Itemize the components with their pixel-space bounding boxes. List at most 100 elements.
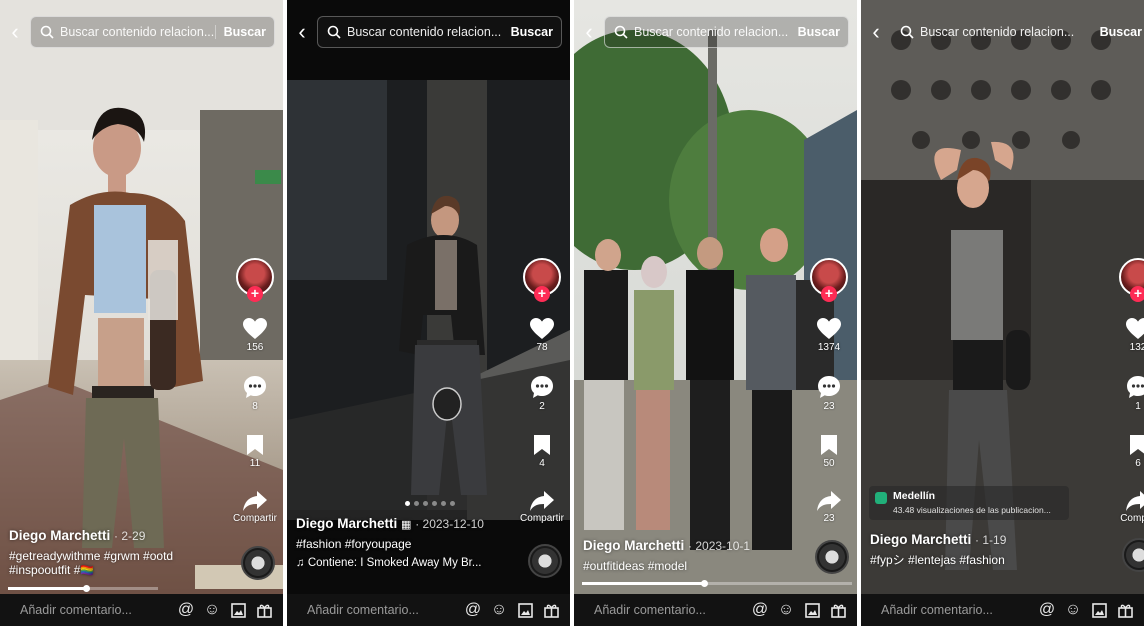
- back-arrow-icon[interactable]: ‹: [861, 14, 891, 50]
- search-button[interactable]: Buscar: [503, 25, 561, 39]
- music-disc-icon[interactable]: [528, 544, 562, 578]
- comment-input[interactable]: Añadir comentario...: [574, 603, 751, 617]
- like-action[interactable]: 132: [1126, 318, 1144, 353]
- emoji-icon[interactable]: ☺: [1064, 601, 1082, 619]
- bookmark-icon: [247, 435, 263, 455]
- comment-count: 2: [539, 401, 545, 412]
- comment-input[interactable]: Añadir comentario...: [861, 603, 1038, 617]
- post-date: · 2023-12-10: [415, 517, 484, 531]
- comment-bubble-icon: [531, 376, 553, 398]
- author-line[interactable]: Diego Marchetti ▦ · 2023-12-10: [296, 516, 520, 531]
- video-screen-4: ‹ Buscar contenido relacion... Buscar + …: [861, 0, 1144, 626]
- author-avatar[interactable]: +: [236, 258, 274, 302]
- music-disc-icon[interactable]: [815, 540, 849, 574]
- save-action[interactable]: 11: [246, 434, 264, 469]
- location-tag[interactable]: Medellín 43.48 visualizaciones de las pu…: [869, 486, 1069, 520]
- author-name[interactable]: Diego Marchetti: [870, 532, 971, 547]
- image-icon[interactable]: [516, 601, 534, 619]
- back-arrow-icon[interactable]: ‹: [287, 14, 317, 50]
- hashtags[interactable]: #getreadywithme #grwm #ootd #inspooutfit…: [9, 549, 233, 578]
- author-name[interactable]: Diego Marchetti: [296, 516, 397, 531]
- back-arrow-icon[interactable]: ‹: [0, 14, 30, 50]
- hashtags[interactable]: #fypシ #lentejas #fashion: [870, 553, 1094, 567]
- search-box[interactable]: Buscar contenido relacion... Buscar: [891, 17, 1144, 47]
- share-label: Compartir: [233, 513, 277, 524]
- mention-icon[interactable]: @: [751, 601, 769, 619]
- video-screen-2: ‹ Buscar contenido relacion... Buscar + …: [287, 0, 570, 626]
- author-line[interactable]: Diego Marchetti · 2-29: [9, 528, 233, 543]
- image-icon[interactable]: [229, 601, 247, 619]
- search-box[interactable]: Buscar contenido relacion... Buscar: [604, 16, 849, 48]
- image-icon[interactable]: [1090, 601, 1108, 619]
- progress-knob[interactable]: [700, 580, 708, 587]
- progress-bar[interactable]: [8, 585, 158, 592]
- follow-plus-icon[interactable]: +: [1130, 286, 1144, 302]
- gift-icon[interactable]: [829, 601, 847, 619]
- share-action[interactable]: 23: [817, 491, 841, 524]
- share-action[interactable]: Compar: [1120, 491, 1144, 524]
- author-avatar[interactable]: +: [810, 258, 848, 302]
- pride-flag-emoji: 🏳️‍🌈: [80, 565, 95, 577]
- save-action[interactable]: 50: [820, 434, 838, 469]
- gift-icon[interactable]: [542, 601, 560, 619]
- search-icon: [327, 25, 341, 39]
- author-avatar[interactable]: +: [523, 258, 561, 302]
- location-name: Medellín: [893, 490, 936, 502]
- comment-input[interactable]: Añadir comentario...: [287, 603, 464, 617]
- search-box[interactable]: Buscar contenido relacion... Buscar: [30, 16, 275, 48]
- comment-action[interactable]: 23: [817, 375, 841, 412]
- save-action[interactable]: 4: [533, 434, 551, 469]
- share-action[interactable]: Compartir: [233, 491, 277, 524]
- share-arrow-icon: [1125, 491, 1144, 511]
- post-date: · 1-19: [975, 533, 1007, 547]
- progress-knob[interactable]: [83, 585, 90, 592]
- author-name[interactable]: Diego Marchetti: [583, 538, 684, 553]
- comment-action[interactable]: 2: [530, 375, 554, 412]
- gift-icon[interactable]: [255, 601, 273, 619]
- mention-icon[interactable]: @: [1038, 601, 1056, 619]
- share-action[interactable]: Compartir: [520, 491, 564, 524]
- like-action[interactable]: 78: [530, 318, 554, 353]
- search-text: Buscar contenido relacion...: [920, 25, 1075, 39]
- gift-icon[interactable]: [1116, 601, 1134, 619]
- hashtags[interactable]: #outfitideas #model: [583, 559, 807, 573]
- author-line[interactable]: Diego Marchetti · 2023-10-1: [583, 538, 807, 553]
- author-name[interactable]: Diego Marchetti: [9, 528, 110, 543]
- bookmark-icon: [534, 435, 550, 455]
- comment-bubble-icon: [244, 376, 266, 398]
- like-action[interactable]: 1374: [817, 318, 841, 353]
- follow-plus-icon[interactable]: +: [821, 286, 837, 302]
- video-screen-3: ‹ Buscar contenido relacion... Buscar + …: [574, 0, 857, 626]
- author-avatar[interactable]: +: [1119, 258, 1144, 302]
- comment-input[interactable]: Añadir comentario...: [0, 603, 177, 617]
- mention-icon[interactable]: @: [464, 601, 482, 619]
- comment-action[interactable]: 8: [243, 375, 267, 412]
- heart-icon: [817, 318, 841, 339]
- emoji-icon[interactable]: ☺: [490, 601, 508, 619]
- emoji-icon[interactable]: ☺: [777, 601, 795, 619]
- search-button[interactable]: Buscar: [790, 25, 848, 39]
- back-arrow-icon[interactable]: ‹: [574, 14, 604, 50]
- search-button[interactable]: Buscar: [1092, 25, 1144, 39]
- author-line[interactable]: Diego Marchetti · 1-19: [870, 532, 1094, 547]
- emoji-icon[interactable]: ☺: [203, 601, 221, 619]
- hashtags[interactable]: #fashion #foryoupage: [296, 537, 520, 551]
- bookmark-icon: [821, 435, 837, 455]
- follow-plus-icon[interactable]: +: [534, 286, 550, 302]
- progress-bar[interactable]: [582, 580, 852, 587]
- search-text: Buscar contenido relacion...: [60, 25, 215, 39]
- music-info[interactable]: ♫ Contiene: I Smoked Away My Br...: [296, 557, 520, 569]
- mention-icon[interactable]: @: [177, 601, 195, 619]
- save-action[interactable]: 6: [1129, 434, 1144, 469]
- follow-plus-icon[interactable]: +: [247, 286, 263, 302]
- comment-action[interactable]: 1: [1126, 375, 1144, 412]
- save-count: 6: [1135, 458, 1141, 469]
- comment-bar: Añadir comentario... @ ☺: [574, 594, 857, 626]
- image-icon[interactable]: [803, 601, 821, 619]
- comment-bar: Añadir comentario... @ ☺: [287, 594, 570, 626]
- share-label: Compartir: [520, 513, 564, 524]
- music-disc-icon[interactable]: [241, 546, 275, 580]
- search-box[interactable]: Buscar contenido relacion... Buscar: [317, 16, 562, 48]
- like-action[interactable]: 156: [243, 318, 267, 353]
- search-button[interactable]: Buscar: [214, 25, 274, 39]
